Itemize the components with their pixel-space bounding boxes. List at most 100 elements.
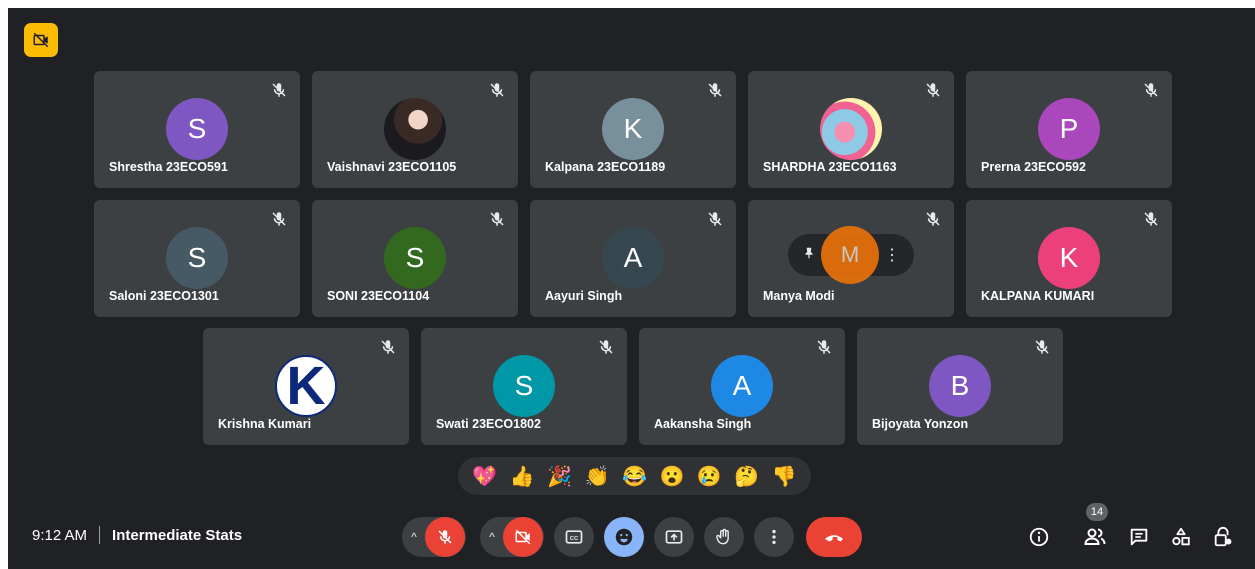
hang-up-icon bbox=[825, 535, 843, 542]
participant-name: Aakansha Singh bbox=[654, 417, 752, 431]
participant-tile[interactable]: S Saloni 23ECO1301 bbox=[94, 200, 300, 317]
participant-tile[interactable]: A Aayuri Singh bbox=[530, 200, 736, 317]
chat-button[interactable] bbox=[1126, 524, 1152, 550]
avatar: B bbox=[929, 355, 991, 417]
camera-options-chevron-icon[interactable]: ^ bbox=[481, 530, 503, 544]
participant-tile[interactable]: M Manya Modi M⋮ bbox=[748, 200, 954, 317]
participant-tile[interactable]: K Kalpana 23ECO1189 bbox=[530, 71, 736, 188]
divider bbox=[99, 526, 101, 544]
camera-control: ^ bbox=[480, 517, 544, 557]
mic-off-icon bbox=[597, 338, 615, 356]
participant-tile[interactable]: B Bijoyata Yonzon bbox=[857, 328, 1063, 445]
people-button[interactable] bbox=[1082, 524, 1108, 550]
activities-button[interactable] bbox=[1168, 524, 1194, 550]
mic-off-icon bbox=[488, 210, 506, 228]
mic-off-icon bbox=[924, 210, 942, 228]
present-icon bbox=[665, 530, 683, 544]
participant-name: SONI 23ECO1104 bbox=[327, 289, 430, 303]
participant-name: KALPANA KUMARI bbox=[981, 289, 1095, 303]
participant-name: Saloni 23ECO1301 bbox=[109, 289, 219, 303]
camera-off-icon bbox=[515, 529, 531, 545]
reaction-emoji[interactable]: 👎 bbox=[772, 464, 797, 489]
reaction-emoji[interactable]: 👍 bbox=[510, 464, 535, 489]
camera-toggle-button[interactable] bbox=[503, 517, 543, 557]
clock-time: 9:12 AM bbox=[32, 526, 88, 544]
present-screen-button[interactable] bbox=[654, 517, 694, 557]
hover-avatar: M bbox=[821, 226, 879, 284]
more-vert-icon bbox=[772, 529, 776, 545]
meeting-info-button[interactable] bbox=[1026, 524, 1052, 550]
participant-name: Vaishnavi 23ECO1105 bbox=[327, 160, 457, 174]
closed-captions-icon: CC bbox=[565, 530, 583, 544]
participant-name: Aayuri Singh bbox=[545, 289, 623, 303]
reaction-emoji[interactable]: 🤔 bbox=[734, 464, 759, 489]
avatar: K bbox=[602, 98, 664, 160]
mic-off-icon bbox=[706, 81, 724, 99]
participant-name: SHARDHA 23ECO1163 bbox=[763, 160, 897, 174]
avatar: K bbox=[275, 355, 337, 417]
mic-off-icon bbox=[379, 338, 397, 356]
raise-hand-button[interactable] bbox=[704, 517, 744, 557]
people-icon bbox=[1084, 528, 1106, 545]
camera-off-badge-icon bbox=[24, 23, 58, 57]
avatar: S bbox=[166, 227, 228, 289]
participant-name: Manya Modi bbox=[763, 289, 835, 303]
participant-tile[interactable]: S Swati 23ECO1802 bbox=[421, 328, 627, 445]
captions-button[interactable]: CC bbox=[554, 517, 594, 557]
avatar: K bbox=[1038, 227, 1100, 289]
mic-off-icon bbox=[270, 210, 288, 228]
tile-hover-controls: M ⋮ bbox=[788, 226, 914, 284]
meeting-details: 9:12 AM Intermediate Stats bbox=[32, 526, 242, 544]
people-count-badge: 14 bbox=[1086, 503, 1108, 521]
participant-tile[interactable]: SHARDHA 23ECO1163 bbox=[748, 71, 954, 188]
reaction-emoji[interactable]: 😂 bbox=[622, 464, 647, 489]
avatar: S bbox=[166, 98, 228, 160]
participant-tile[interactable]: P Prerna 23ECO592 bbox=[966, 71, 1172, 188]
svg-text:CC: CC bbox=[570, 536, 579, 542]
participant-name: Kalpana 23ECO1189 bbox=[545, 160, 666, 174]
meeting-title[interactable]: Intermediate Stats bbox=[112, 527, 242, 544]
more-options-button[interactable] bbox=[754, 517, 794, 557]
avatar: S bbox=[493, 355, 555, 417]
participant-tile[interactable]: S SONI 23ECO1104 bbox=[312, 200, 518, 317]
reaction-emoji[interactable]: 😮 bbox=[659, 464, 684, 489]
more-vert-icon[interactable]: ⋮ bbox=[884, 245, 900, 265]
activities-icon bbox=[1172, 527, 1190, 546]
hand-icon bbox=[716, 528, 729, 545]
avatar bbox=[820, 98, 882, 160]
avatar: S bbox=[384, 227, 446, 289]
reaction-emoji[interactable]: 👏 bbox=[585, 464, 610, 489]
chat-icon bbox=[1130, 528, 1148, 546]
info-icon bbox=[1029, 527, 1049, 547]
mic-toggle-button[interactable] bbox=[425, 517, 465, 557]
meeting-stage: S Shrestha 23ECO591 Vaishnavi 23ECO1105 K Ka… bbox=[8, 8, 1255, 569]
mic-options-chevron-icon[interactable]: ^ bbox=[403, 530, 425, 544]
participant-tile[interactable]: Vaishnavi 23ECO1105 bbox=[312, 71, 518, 188]
reactions-bar: 💖 👍 🎉 👏 😂 😮 😢 🤔 👎 bbox=[458, 457, 811, 495]
reaction-emoji[interactable]: 💖 bbox=[472, 464, 497, 489]
participant-tile[interactable]: K Krishna Kumari bbox=[203, 328, 409, 445]
participant-tile[interactable]: K KALPANA KUMARI bbox=[966, 200, 1172, 317]
reaction-emoji[interactable]: 😢 bbox=[697, 464, 722, 489]
participant-name: Shrestha 23ECO591 bbox=[109, 160, 228, 174]
reactions-button[interactable] bbox=[604, 517, 644, 557]
mic-off-icon bbox=[815, 338, 833, 356]
lock-person-icon bbox=[1214, 526, 1232, 547]
mic-off-icon bbox=[1033, 338, 1051, 356]
mic-off-icon bbox=[488, 81, 506, 99]
mic-off-icon bbox=[438, 530, 452, 544]
leave-call-button[interactable] bbox=[806, 517, 862, 557]
participant-tile[interactable]: S Shrestha 23ECO591 bbox=[94, 71, 300, 188]
mic-control: ^ bbox=[402, 517, 466, 557]
mic-off-icon bbox=[270, 81, 288, 99]
mic-off-icon bbox=[924, 81, 942, 99]
emoji-icon bbox=[615, 528, 633, 546]
avatar: A bbox=[602, 227, 664, 289]
participant-tile[interactable]: A Aakansha Singh bbox=[639, 328, 845, 445]
avatar: P bbox=[1038, 98, 1100, 160]
mic-off-icon bbox=[706, 210, 724, 228]
reaction-emoji[interactable]: 🎉 bbox=[547, 464, 572, 489]
host-controls-button[interactable] bbox=[1210, 524, 1236, 550]
pin-icon[interactable] bbox=[802, 245, 816, 266]
mic-off-icon bbox=[1142, 210, 1160, 228]
